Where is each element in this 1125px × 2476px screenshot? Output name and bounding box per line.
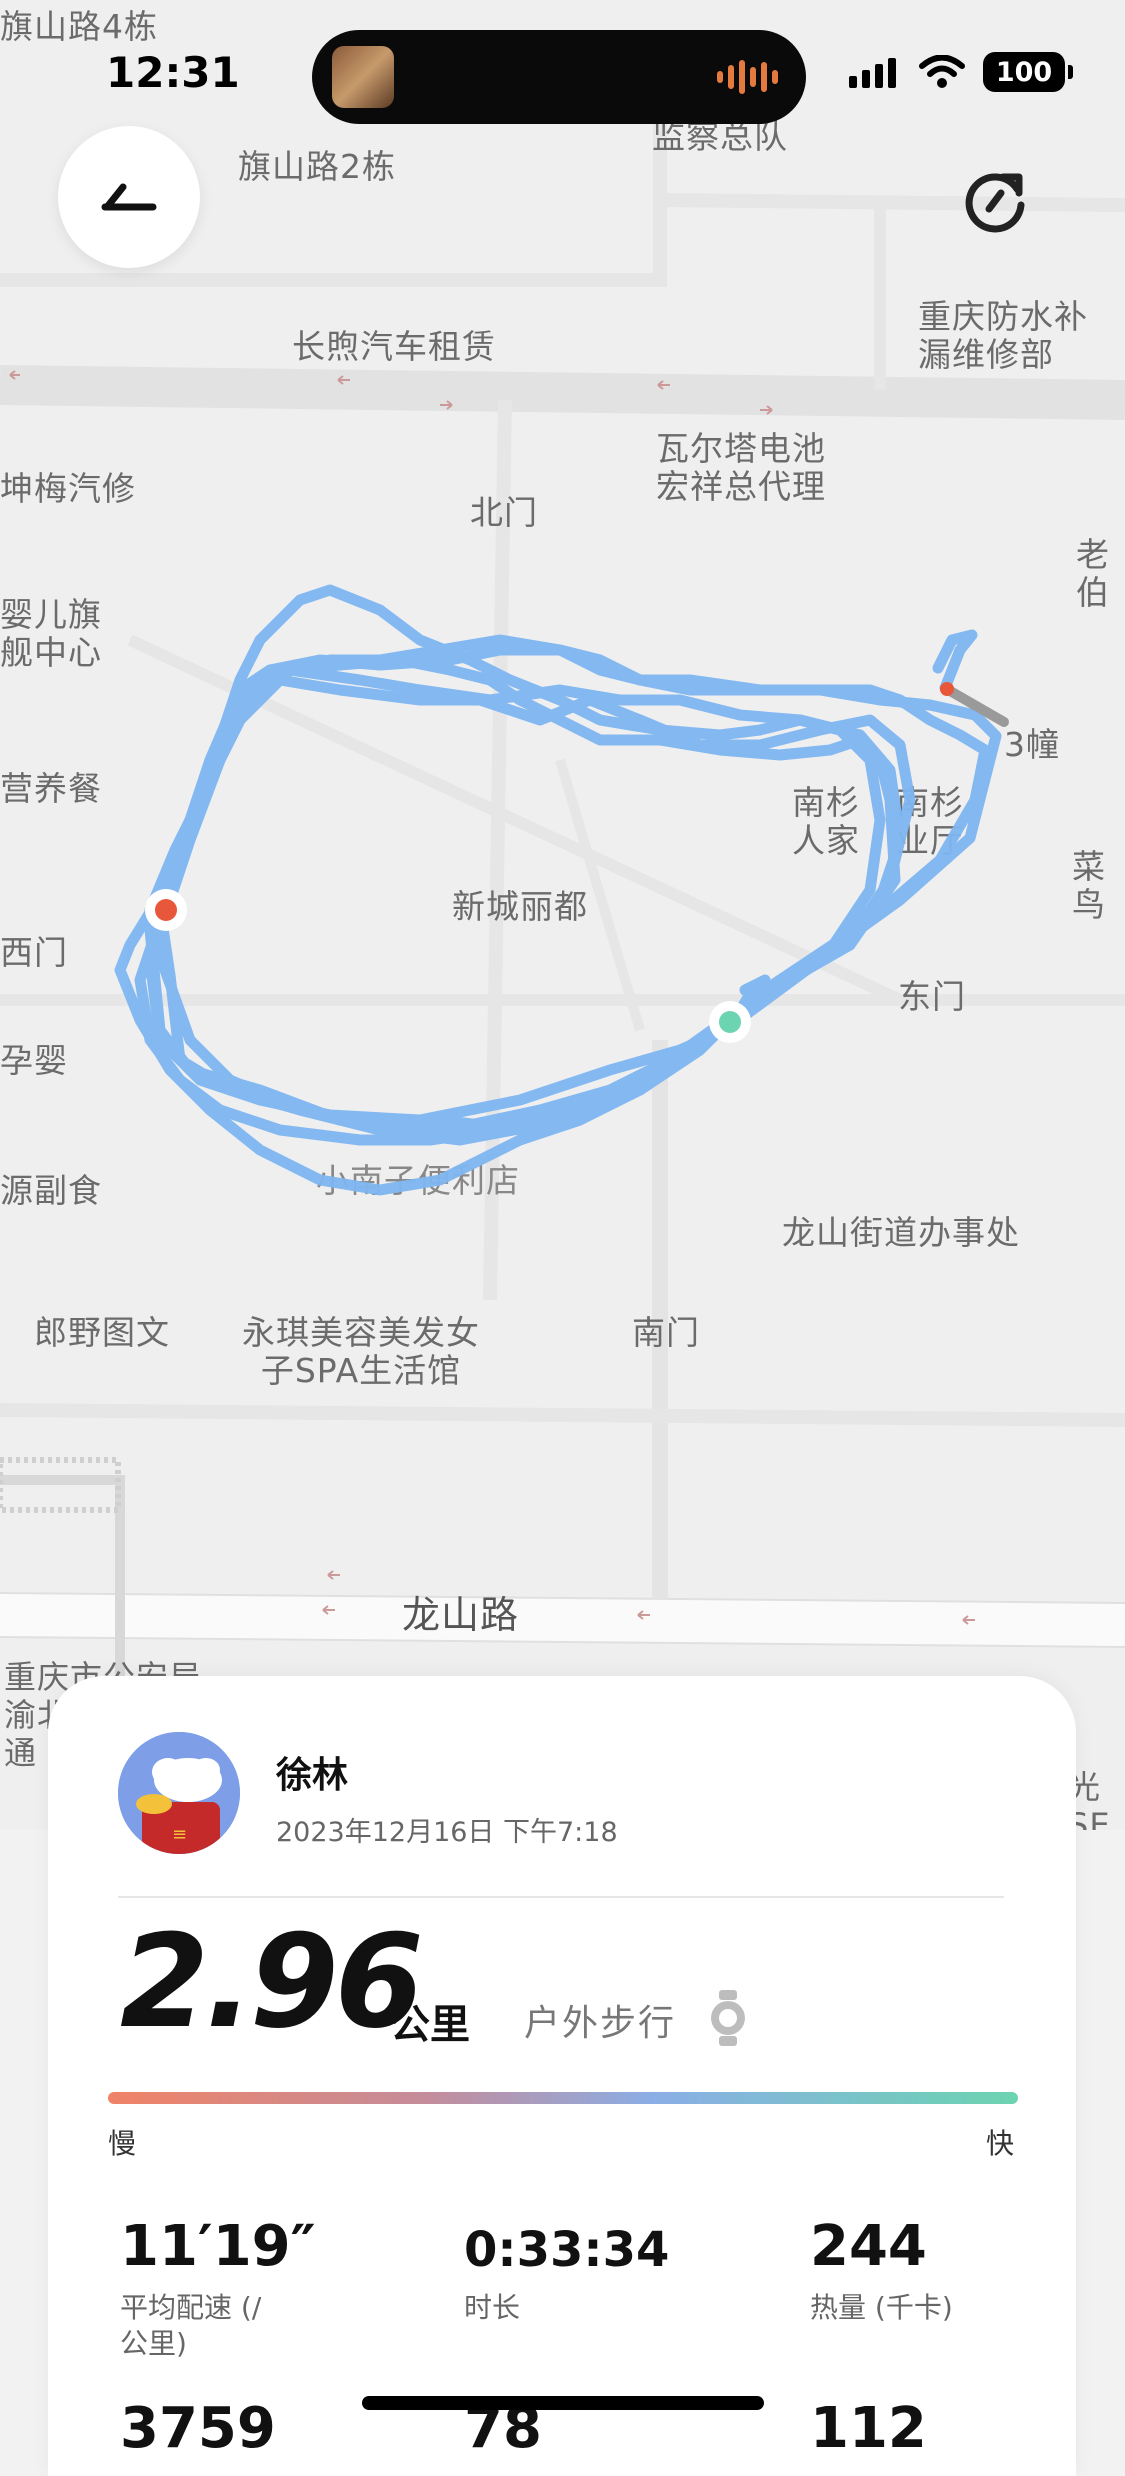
activity-type: 户外步行 bbox=[524, 2003, 677, 2044]
avg-pace-label: 平均配速 (/ 公里) bbox=[120, 2291, 262, 2360]
calories-value: 244 bbox=[810, 2214, 927, 2279]
audio-wave-icon bbox=[717, 60, 778, 94]
record-datetime: 2023年12月16日 下午7:18 bbox=[276, 1817, 618, 1848]
pace-slow-label: 慢 bbox=[108, 2127, 137, 2160]
steps-value: 3759 bbox=[120, 2396, 276, 2461]
pace-fast-label: 快 bbox=[986, 2127, 1015, 2160]
duration-value: 0:33:34 bbox=[464, 2222, 670, 2278]
cellular-signal-icon bbox=[849, 58, 896, 88]
status-bar: 12:31 100 bbox=[0, 0, 1125, 140]
battery-indicator: 100 bbox=[983, 52, 1073, 92]
avatar-image: ≡ bbox=[118, 1732, 240, 1854]
route-map[interactable]: 旗山路4栋 旗山路2栋 监察总队 长煦汽车租赁 重庆防水补 漏维修部 瓦尔塔电池… bbox=[0, 0, 1125, 1830]
user-name: 徐林 bbox=[276, 1755, 349, 1796]
now-playing-artwork bbox=[332, 46, 394, 108]
home-indicator[interactable] bbox=[362, 2396, 764, 2410]
dynamic-island[interactable] bbox=[312, 30, 806, 124]
back-button[interactable] bbox=[58, 126, 200, 268]
calories-label: 热量 (千卡) bbox=[810, 2291, 953, 2324]
svg-text:≡: ≡ bbox=[172, 1824, 187, 1845]
pace-gradient-bar bbox=[108, 2092, 1018, 2104]
distance-value: 2.96 bbox=[120, 1908, 424, 2057]
avatar[interactable]: ≡ bbox=[118, 1732, 240, 1854]
divider bbox=[118, 1896, 1004, 1898]
refresh-icon bbox=[965, 173, 1025, 233]
duration-label: 时长 bbox=[464, 2291, 521, 2324]
watch-icon bbox=[711, 1990, 745, 2046]
stat-value: 112 bbox=[810, 2396, 927, 2461]
avg-pace-value: 11′19″ bbox=[120, 2214, 316, 2279]
recenter-button[interactable] bbox=[956, 160, 1036, 240]
status-time: 12:31 bbox=[106, 48, 240, 97]
workout-summary-sheet[interactable]: ≡ 徐林 2023年12月16日 下午7:18 2.96 公里 户外步行 慢 快… bbox=[48, 1676, 1076, 2476]
back-arrow-icon bbox=[101, 183, 157, 211]
wifi-icon bbox=[919, 55, 965, 88]
route-track bbox=[114, 584, 1009, 1196]
distance-unit: 公里 bbox=[390, 2002, 470, 2048]
